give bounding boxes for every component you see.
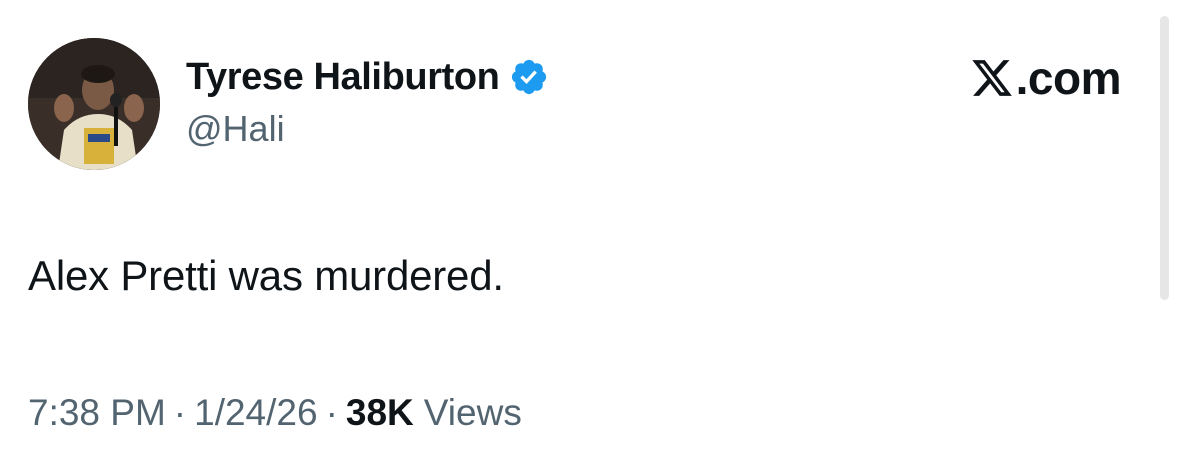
meta-separator: · — [173, 392, 187, 433]
author-block: Tyrese Haliburton @Hali — [186, 52, 549, 150]
author-handle[interactable]: @Hali — [186, 108, 549, 150]
brand-domain-suffix: .com — [1015, 52, 1122, 104]
name-row: Tyrese Haliburton — [186, 52, 549, 102]
tweet-meta: 7:38 PM · 1/24/26 · 38K Views — [28, 392, 522, 434]
author-display-name[interactable]: Tyrese Haliburton — [186, 56, 500, 99]
scrollbar[interactable] — [1160, 16, 1169, 300]
views-label: Views — [423, 392, 522, 433]
tweet-card: Tyrese Haliburton @Hali .com Alex Pretti… — [0, 0, 1179, 471]
brand-logo: .com — [970, 50, 1122, 106]
verified-badge-icon — [509, 57, 549, 97]
tweet-date[interactable]: 1/24/26 — [194, 392, 317, 434]
views-count: 38K — [345, 392, 414, 433]
avatar[interactable] — [28, 38, 160, 170]
x-logo-icon — [970, 56, 1014, 100]
meta-separator: · — [325, 392, 338, 433]
tweet-text: Alex Pretti was murdered. — [28, 252, 504, 299]
avatar-image — [28, 38, 160, 170]
tweet-time[interactable]: 7:38 PM — [28, 392, 166, 434]
